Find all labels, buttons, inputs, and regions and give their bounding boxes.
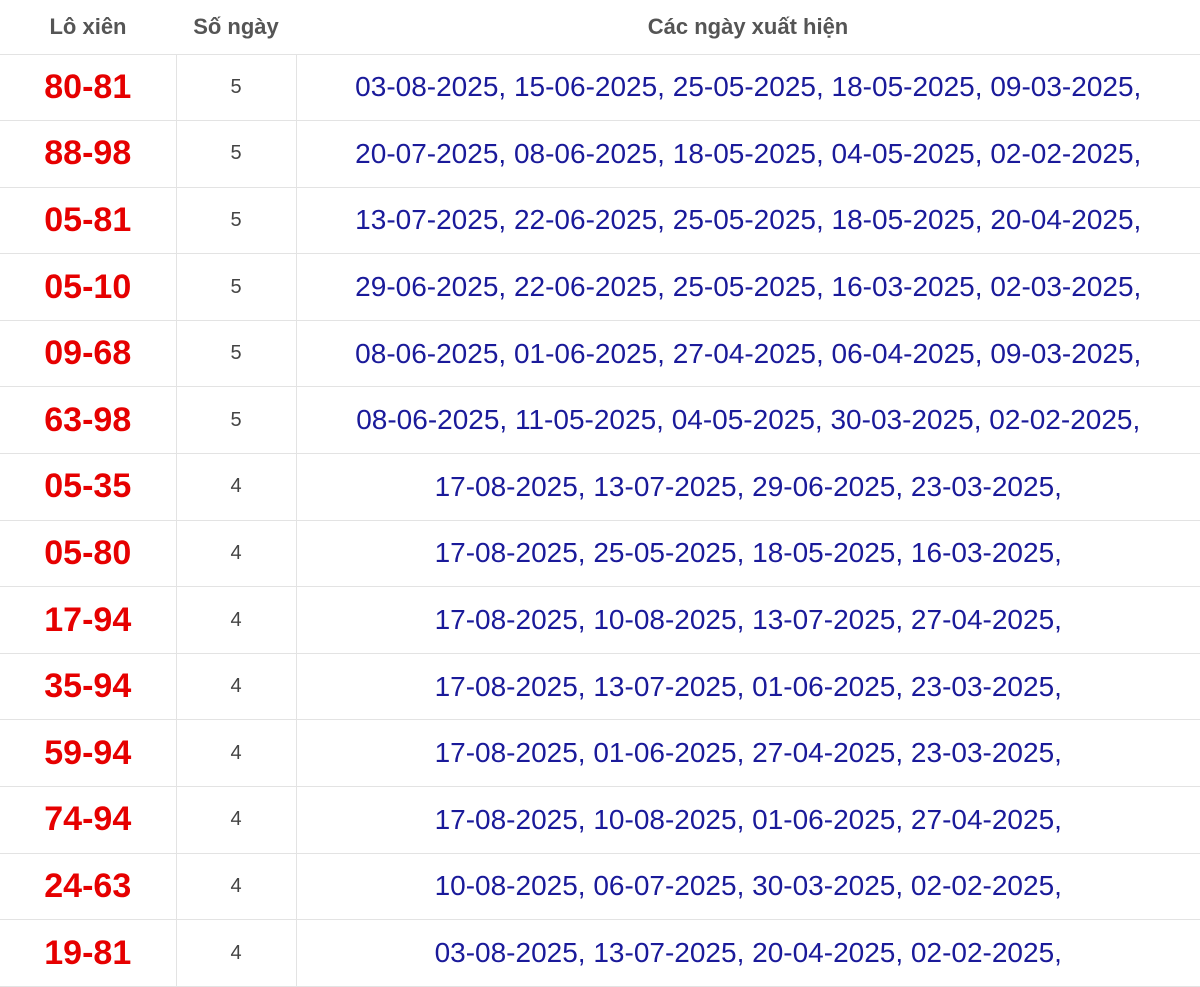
table-row: 74-94 4 17-08-2025, 10-08-2025, 01-06-20… bbox=[0, 786, 1200, 854]
count-cell: 4 bbox=[176, 453, 297, 521]
count-cell: 5 bbox=[176, 120, 297, 188]
dates-cell: 17-08-2025, 13-07-2025, 01-06-2025, 23-0… bbox=[296, 653, 1200, 721]
lo-xien-table: Lô xiên Số ngày Các ngày xuất hiện 80-81… bbox=[0, 0, 1200, 987]
dates-cell: 17-08-2025, 10-08-2025, 01-06-2025, 27-0… bbox=[296, 786, 1200, 854]
pair-cell: 05-35 bbox=[0, 453, 177, 521]
pair-cell: 19-81 bbox=[0, 919, 177, 987]
dates-cell: 17-08-2025, 01-06-2025, 27-04-2025, 23-0… bbox=[296, 719, 1200, 788]
count-cell: 4 bbox=[176, 653, 297, 721]
pair-cell: 74-94 bbox=[0, 786, 177, 854]
table-row: 09-68 5 08-06-2025, 01-06-2025, 27-04-20… bbox=[0, 320, 1200, 388]
count-cell: 4 bbox=[176, 919, 297, 987]
dates-cell: 03-08-2025, 15-06-2025, 25-05-2025, 18-0… bbox=[296, 54, 1200, 122]
table-row: 63-98 5 08-06-2025, 11-05-2025, 04-05-20… bbox=[0, 386, 1200, 455]
header-pair: Lô xiên bbox=[0, 0, 176, 55]
table-row: 24-63 4 10-08-2025, 06-07-2025, 30-03-20… bbox=[0, 853, 1200, 921]
dates-cell: 08-06-2025, 11-05-2025, 04-05-2025, 30-0… bbox=[296, 386, 1200, 455]
count-cell: 4 bbox=[176, 520, 297, 588]
count-cell: 5 bbox=[176, 320, 297, 388]
dates-cell: 13-07-2025, 22-06-2025, 25-05-2025, 18-0… bbox=[296, 187, 1200, 255]
pair-cell: 09-68 bbox=[0, 320, 177, 388]
count-cell: 4 bbox=[176, 786, 297, 854]
header-dates: Các ngày xuất hiện bbox=[296, 0, 1200, 55]
pair-cell: 17-94 bbox=[0, 586, 177, 654]
table-row: 05-81 5 13-07-2025, 22-06-2025, 25-05-20… bbox=[0, 187, 1200, 255]
table-row: 05-35 4 17-08-2025, 13-07-2025, 29-06-20… bbox=[0, 453, 1200, 521]
count-cell: 5 bbox=[176, 54, 297, 122]
pair-cell: 05-80 bbox=[0, 520, 177, 588]
dates-cell: 08-06-2025, 01-06-2025, 27-04-2025, 06-0… bbox=[296, 320, 1200, 388]
table-row: 05-80 4 17-08-2025, 25-05-2025, 18-05-20… bbox=[0, 520, 1200, 588]
dates-cell: 20-07-2025, 08-06-2025, 18-05-2025, 04-0… bbox=[296, 120, 1200, 188]
pair-cell: 88-98 bbox=[0, 120, 177, 188]
table-row: 05-10 5 29-06-2025, 22-06-2025, 25-05-20… bbox=[0, 253, 1200, 321]
pair-cell: 63-98 bbox=[0, 386, 177, 455]
table-row: 35-94 4 17-08-2025, 13-07-2025, 01-06-20… bbox=[0, 653, 1200, 721]
pair-cell: 80-81 bbox=[0, 54, 177, 122]
count-cell: 5 bbox=[176, 187, 297, 255]
table-row: 80-81 5 03-08-2025, 15-06-2025, 25-05-20… bbox=[0, 54, 1200, 122]
count-cell: 5 bbox=[176, 253, 297, 321]
pair-cell: 05-81 bbox=[0, 187, 177, 255]
dates-cell: 03-08-2025, 13-07-2025, 20-04-2025, 02-0… bbox=[296, 919, 1200, 987]
table-row: 59-94 4 17-08-2025, 01-06-2025, 27-04-20… bbox=[0, 719, 1200, 788]
table-row: 17-94 4 17-08-2025, 10-08-2025, 13-07-20… bbox=[0, 586, 1200, 654]
table-row: 19-81 4 03-08-2025, 13-07-2025, 20-04-20… bbox=[0, 919, 1200, 987]
dates-cell: 29-06-2025, 22-06-2025, 25-05-2025, 16-0… bbox=[296, 253, 1200, 321]
table-header-row: Lô xiên Số ngày Các ngày xuất hiện bbox=[0, 0, 1200, 55]
count-cell: 4 bbox=[176, 719, 297, 788]
count-cell: 4 bbox=[176, 586, 297, 654]
count-cell: 4 bbox=[176, 853, 297, 921]
pair-cell: 59-94 bbox=[0, 719, 177, 788]
dates-cell: 17-08-2025, 10-08-2025, 13-07-2025, 27-0… bbox=[296, 586, 1200, 654]
header-count: Số ngày bbox=[176, 0, 296, 55]
pair-cell: 05-10 bbox=[0, 253, 177, 321]
dates-cell: 17-08-2025, 25-05-2025, 18-05-2025, 16-0… bbox=[296, 520, 1200, 588]
table-row: 88-98 5 20-07-2025, 08-06-2025, 18-05-20… bbox=[0, 120, 1200, 188]
dates-cell: 17-08-2025, 13-07-2025, 29-06-2025, 23-0… bbox=[296, 453, 1200, 521]
pair-cell: 35-94 bbox=[0, 653, 177, 721]
dates-cell: 10-08-2025, 06-07-2025, 30-03-2025, 02-0… bbox=[296, 853, 1200, 921]
count-cell: 5 bbox=[176, 386, 297, 455]
pair-cell: 24-63 bbox=[0, 853, 177, 921]
